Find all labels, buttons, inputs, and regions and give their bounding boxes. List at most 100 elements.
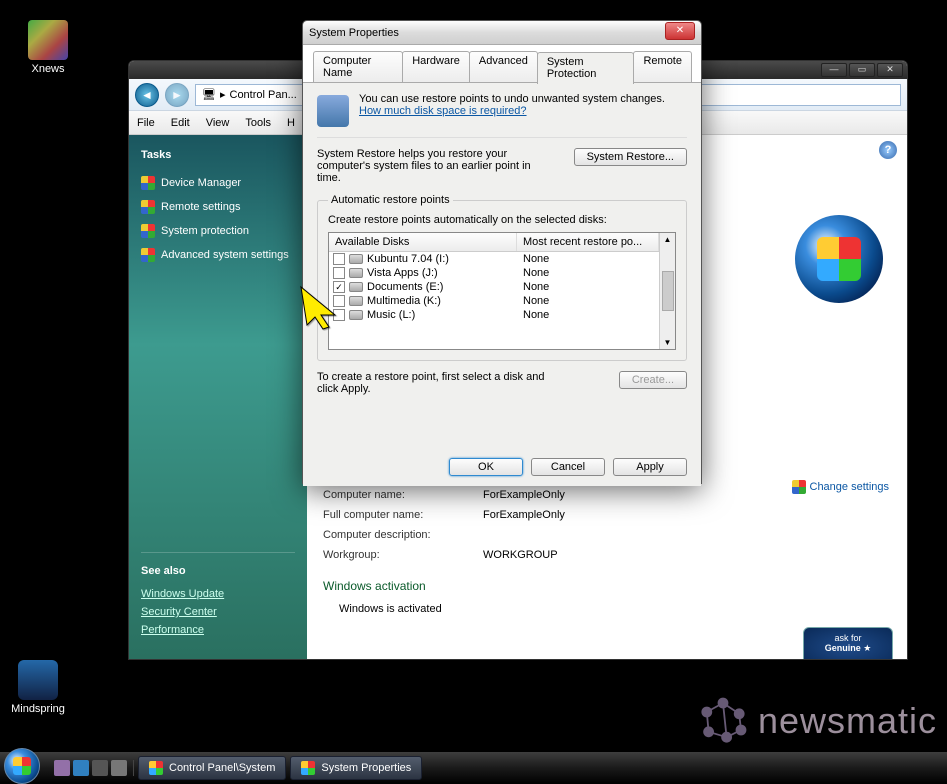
see-also-security-center[interactable]: Security Center [141, 603, 295, 621]
disk-checkbox[interactable] [333, 309, 345, 321]
see-also-performance[interactable]: Performance [141, 621, 295, 639]
xnews-label: Xnews [18, 63, 78, 75]
breadcrumb-sep: ▸ [220, 88, 226, 101]
mindspring-icon [18, 660, 58, 700]
ql-app-icon[interactable] [111, 760, 127, 776]
menu-view[interactable]: View [206, 117, 230, 129]
disk-name: Music (L:) [367, 309, 415, 321]
windows-logo-icon [795, 215, 883, 303]
computer-name-label: Computer name: [323, 489, 483, 501]
shield-icon [141, 248, 155, 262]
sidebar-link-advanced-settings[interactable]: Advanced system settings [141, 243, 295, 267]
sp-titlebar[interactable]: System Properties ✕ [303, 21, 701, 45]
disk-name: Vista Apps (J:) [367, 267, 438, 279]
disk-row[interactable]: Kubuntu 7.04 (I:)None [329, 252, 659, 266]
see-also-heading: See also [141, 552, 295, 577]
menu-file[interactable]: File [137, 117, 155, 129]
shield-icon [141, 176, 155, 190]
protection-icon [317, 95, 349, 127]
sp-tab-content: You can use restore points to undo unwan… [303, 82, 701, 486]
workgroup-value: WORKGROUP [483, 549, 558, 561]
menu-tools[interactable]: Tools [245, 117, 271, 129]
desktop-icon-mindspring[interactable]: Mindspring [8, 660, 68, 715]
disk-recent: None [517, 253, 659, 265]
computer-name-value: ForExampleOnly [483, 489, 565, 501]
genuine-badge[interactable]: ask forGenuine ★ [803, 627, 893, 660]
close-button[interactable]: ✕ [877, 63, 903, 77]
tab-remote[interactable]: Remote [633, 51, 692, 83]
taskbar-control-panel[interactable]: Control Panel\System [138, 756, 286, 780]
disk-checkbox[interactable] [333, 267, 345, 279]
apply-button[interactable]: Apply [613, 458, 687, 476]
disk-icon [349, 282, 363, 292]
sp-close-button[interactable]: ✕ [665, 22, 695, 40]
scroll-down-icon[interactable]: ▼ [664, 338, 672, 347]
auto-restore-fieldset: Automatic restore points Create restore … [317, 194, 687, 361]
disk-recent: None [517, 267, 659, 279]
create-button: Create... [619, 371, 687, 389]
sp-intro-text: You can use restore points to undo unwan… [359, 93, 687, 127]
forward-button[interactable]: ► [165, 83, 189, 107]
task-icon [149, 761, 163, 775]
ok-button[interactable]: OK [449, 458, 523, 476]
sp-title-text: System Properties [309, 27, 399, 39]
tasks-heading: Tasks [141, 149, 295, 161]
see-also-section: See also Windows Update Security Center … [141, 552, 295, 639]
cancel-button[interactable]: Cancel [531, 458, 605, 476]
disk-row[interactable]: Multimedia (K:) None [329, 294, 659, 308]
quick-launch [48, 760, 134, 776]
minimize-button[interactable]: — [821, 63, 847, 77]
disk-icon [349, 268, 363, 278]
scroll-up-icon[interactable]: ▲ [664, 235, 672, 244]
shield-icon [141, 224, 155, 238]
disk-row[interactable]: Music (L:) None [329, 308, 659, 322]
sidebar-link-device-manager[interactable]: Device Manager [141, 171, 295, 195]
disk-recent: None [517, 295, 659, 307]
activation-status: Windows is activated [339, 603, 442, 615]
ql-explorer-icon[interactable] [92, 760, 108, 776]
disk-name: Multimedia (K:) [367, 295, 441, 307]
start-button[interactable] [4, 748, 40, 784]
tab-computer-name[interactable]: Computer Name [313, 51, 403, 83]
scroll-thumb[interactable] [662, 271, 674, 311]
ql-ie-icon[interactable] [73, 760, 89, 776]
see-also-windows-update[interactable]: Windows Update [141, 585, 295, 603]
disk-checkbox[interactable] [333, 295, 345, 307]
disk-checkbox[interactable]: ✓ [333, 281, 345, 293]
back-button[interactable]: ◄ [135, 83, 159, 107]
disk-row[interactable]: ✓Documents (E:)None [329, 280, 659, 294]
mindspring-label: Mindspring [8, 703, 68, 715]
tab-advanced[interactable]: Advanced [469, 51, 538, 83]
tab-system-protection[interactable]: System Protection [537, 52, 635, 84]
col-available-disks[interactable]: Available Disks [329, 233, 517, 251]
maximize-button[interactable]: ▭ [849, 63, 875, 77]
disk-list: Available Disks Most recent restore po..… [328, 232, 676, 350]
breadcrumb-text: Control Pan... [230, 89, 297, 101]
description-label: Computer description: [323, 529, 483, 541]
fieldset-legend: Automatic restore points [328, 194, 453, 206]
taskbar-system-properties[interactable]: System Properties [290, 756, 422, 780]
disk-checkbox[interactable] [333, 253, 345, 265]
disk-recent: None [517, 309, 659, 321]
sidebar-link-system-protection[interactable]: System protection [141, 219, 295, 243]
tab-hardware[interactable]: Hardware [402, 51, 470, 83]
menu-edit[interactable]: Edit [171, 117, 190, 129]
disk-row[interactable]: Vista Apps (J:) None [329, 266, 659, 280]
full-name-label: Full computer name: [323, 509, 483, 521]
change-settings-link[interactable]: Change settings [792, 480, 890, 494]
help-button[interactable]: ? [879, 141, 897, 159]
ql-show-desktop-icon[interactable] [54, 760, 70, 776]
desktop-icon-xnews[interactable]: Xnews [18, 20, 78, 75]
full-name-value: ForExampleOnly [483, 509, 565, 521]
watermark-logo-icon [696, 694, 750, 748]
menu-help[interactable]: H [287, 117, 295, 129]
system-restore-button[interactable]: System Restore... [574, 148, 687, 166]
sp-tabs: Computer Name Hardware Advanced System P… [303, 45, 701, 83]
system-properties-dialog: System Properties ✕ Computer Name Hardwa… [302, 20, 702, 484]
disk-space-link[interactable]: How much disk space is required? [359, 105, 527, 117]
disk-icon [349, 296, 363, 306]
sidebar-link-remote-settings[interactable]: Remote settings [141, 195, 295, 219]
workgroup-label: Workgroup: [323, 549, 483, 561]
col-recent-restore[interactable]: Most recent restore po... [517, 233, 659, 251]
disk-scrollbar[interactable]: ▲ ▼ [659, 233, 675, 349]
